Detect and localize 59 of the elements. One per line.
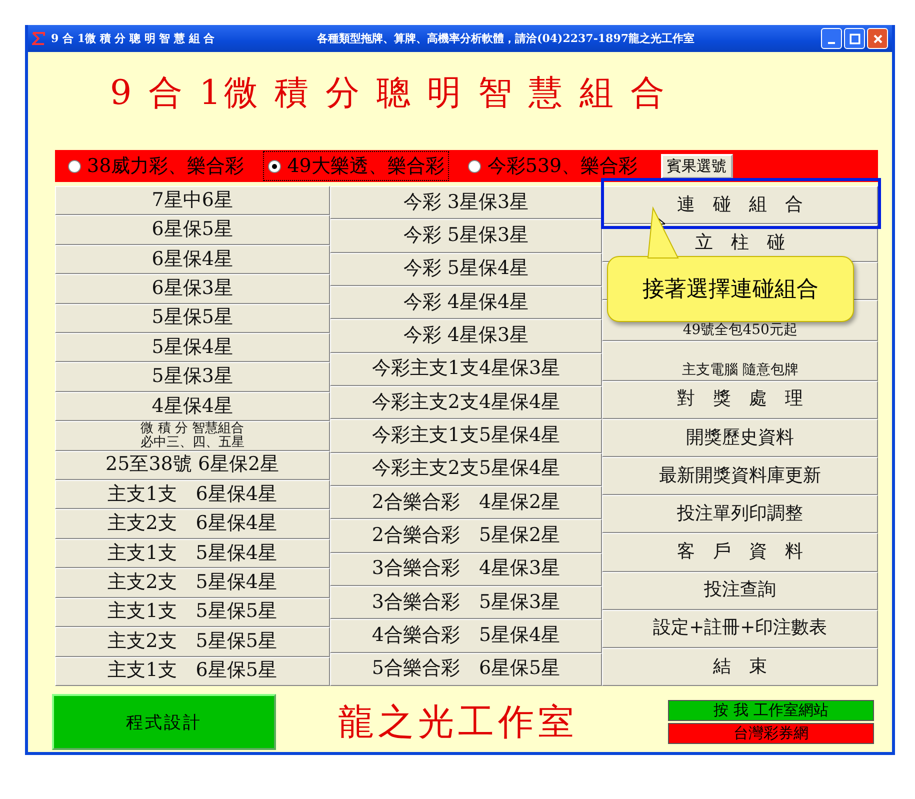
menu-button[interactable]: 今彩主支1支4星保3星 — [330, 352, 602, 386]
menu-button[interactable]: 主支2支 5星保4星 — [55, 568, 330, 598]
menu-button[interactable]: 4合樂合彩 5星保4星 — [330, 619, 602, 653]
menu-button[interactable]: 主支1支 5星保5星 — [55, 598, 330, 628]
menu-button[interactable]: 今彩主支2支5星保4星 — [330, 452, 602, 486]
menu-button[interactable]: 6星保3星 — [55, 274, 330, 304]
menu-button[interactable]: 今彩 4星保4星 — [330, 286, 602, 320]
game-radio[interactable]: 38威力彩、樂合彩 — [63, 151, 250, 181]
menu-button[interactable]: 主支2支 6星保4星 — [55, 509, 330, 539]
menu-button[interactable]: 3合樂合彩 5星保3星 — [330, 586, 602, 620]
menu-button[interactable]: 主支2支 5星保5星 — [55, 627, 330, 656]
link-button[interactable]: 台灣彩券網 — [668, 723, 874, 744]
sigma-icon — [32, 32, 45, 45]
design-button[interactable]: 程式設計 — [52, 694, 276, 750]
minimize-icon — [828, 42, 835, 44]
menu-button[interactable]: 結 束 — [602, 648, 878, 686]
menu-button[interactable]: 投注單列印調整 — [602, 495, 878, 534]
menu-button[interactable]: 今彩 4星保3星 — [330, 319, 602, 353]
menu-button[interactable]: 5星保4星 — [55, 333, 330, 362]
menu-button[interactable]: 今彩 3星保3星 — [330, 186, 602, 220]
app-heading: 9 合 1微 積 分 聰 明 智 慧 組 合 — [109, 72, 668, 115]
menu-button[interactable]: 投注查詢 — [602, 572, 878, 610]
menu-button[interactable]: 25至38號 6星保2星 — [55, 450, 330, 480]
studio-name: 龍之光工作室 — [338, 700, 579, 744]
menu-button[interactable]: 6星保5星 — [55, 215, 330, 245]
menu-button[interactable]: 主支電腦 隨意包牌 — [602, 340, 878, 381]
menu-button[interactable]: 7星中6星 — [55, 186, 330, 216]
menu-button[interactable]: 6星保4星 — [55, 244, 330, 274]
window-caption: 各種類型拖牌、算牌、高機率分析軟體，請洽(04)2237-1897龍之光工作室 — [317, 31, 696, 46]
menu-button[interactable]: 對 獎 處 理 — [602, 380, 878, 419]
menu-button[interactable]: 5星保5星 — [55, 304, 330, 334]
minimize-button[interactable] — [821, 28, 842, 49]
menu-button[interactable]: 今彩 5星保4星 — [330, 252, 602, 286]
menu-button[interactable]: 客 戶 資 料 — [602, 533, 878, 572]
close-button[interactable] — [867, 28, 888, 49]
menu-button[interactable]: 主支1支 6星保5星 — [55, 656, 330, 686]
menu-button[interactable]: 主支1支 6星保4星 — [55, 480, 330, 510]
menu-button[interactable]: 今彩主支1支5星保4星 — [330, 419, 602, 453]
menu-button[interactable]: 設定+註冊+印注數表 — [602, 610, 878, 648]
window-title: 9 合 1微 積 分 聰 明 智 慧 組 合 — [51, 31, 216, 46]
link-button[interactable]: 按 我 工作室網站 — [668, 700, 874, 721]
bingo-button[interactable]: 賓果選號 — [660, 154, 733, 178]
game-radio[interactable]: 今彩539、樂合彩 — [463, 151, 643, 181]
menu-button[interactable]: 5星保3星 — [55, 362, 330, 392]
maximize-button[interactable] — [844, 28, 865, 49]
menu-button[interactable]: 微 積 分 智慧組合 必中三、四、五星 — [55, 421, 330, 451]
menu-button[interactable]: 最新開獎資料庫更新 — [602, 457, 878, 496]
menu-button[interactable]: 2合樂合彩 5星保2星 — [330, 519, 602, 553]
menu-button[interactable]: 主支1支 5星保4星 — [55, 538, 330, 568]
menu-button[interactable]: 開獎歷史資料 — [602, 418, 878, 458]
maximize-icon — [848, 32, 862, 46]
menu-button[interactable]: 4星保4星 — [55, 392, 330, 422]
menu-button[interactable]: 5合樂合彩 6星保5星 — [330, 652, 602, 686]
game-radio[interactable]: 49大樂透、樂合彩 — [263, 151, 450, 181]
menu-button[interactable]: 連 碰 組 合 — [602, 186, 878, 224]
menu-button[interactable]: 3合樂合彩 4星保3星 — [330, 552, 602, 586]
menu-button[interactable]: 今彩主支2支4星保4星 — [330, 386, 602, 420]
menu-button[interactable]: 2合樂合彩 4星保2星 — [330, 486, 602, 520]
menu-button[interactable]: 今彩 5星保3星 — [330, 219, 602, 253]
